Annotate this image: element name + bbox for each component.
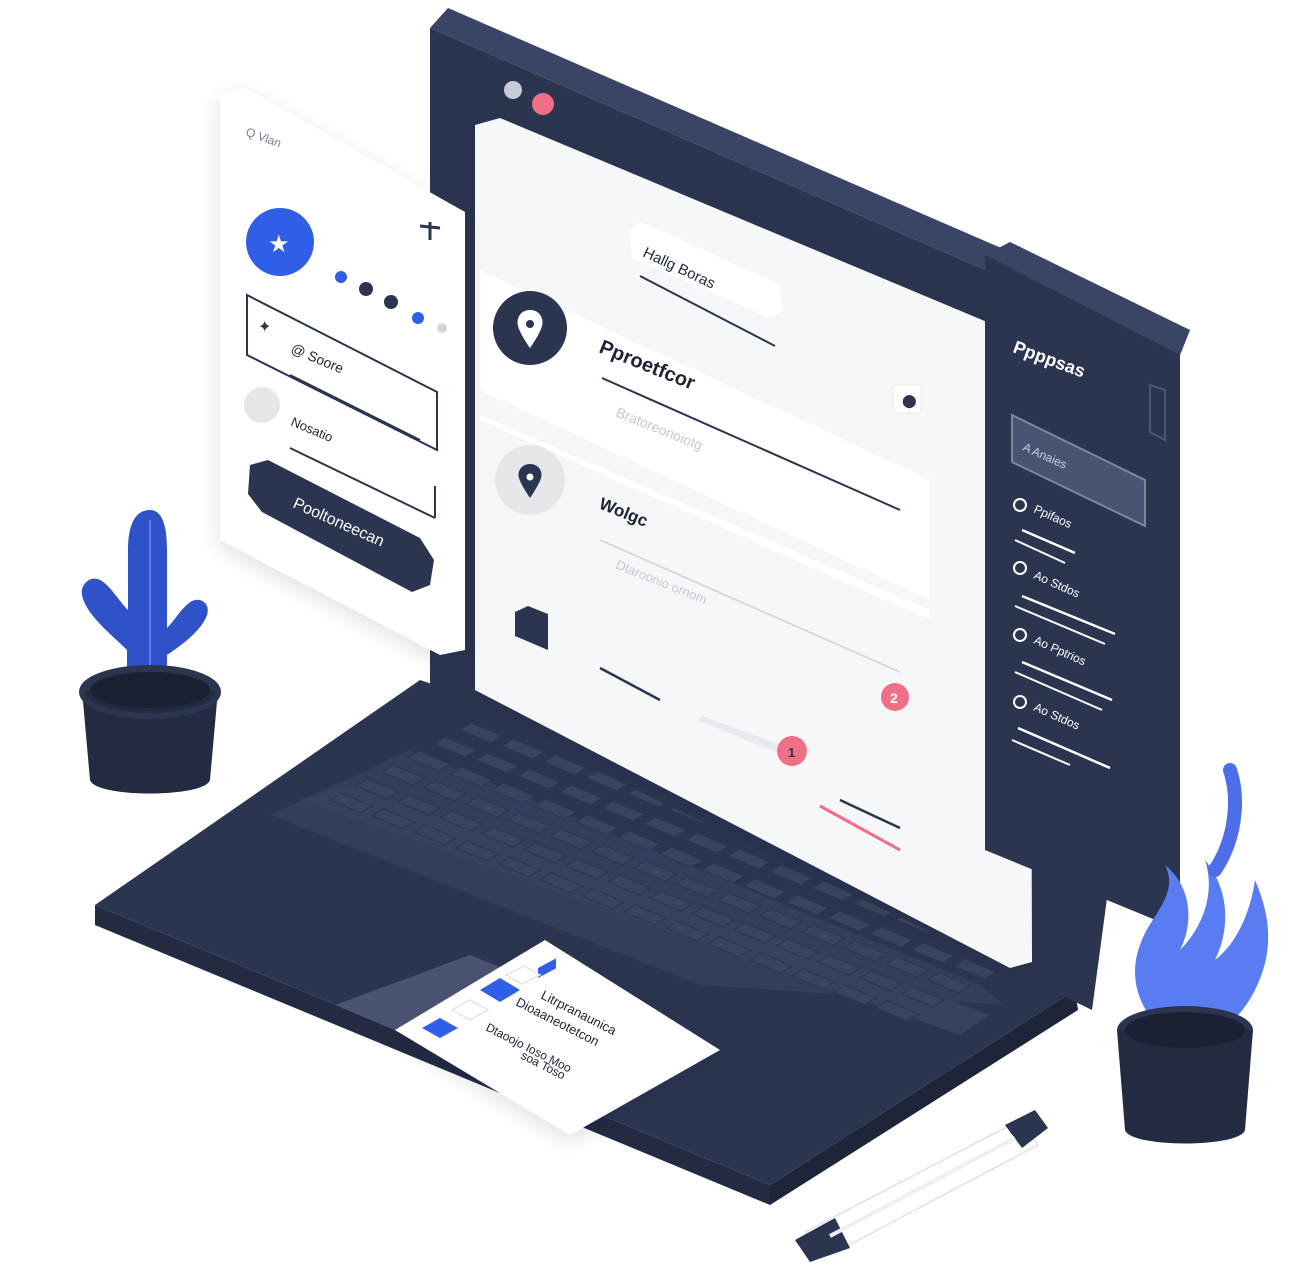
window-dot-grey: [504, 81, 522, 99]
avatar-placeholder: [244, 387, 280, 423]
badge1-text: 2: [890, 690, 898, 706]
window-dot-pink: [532, 93, 554, 115]
pin-icon: ⬤: [902, 393, 917, 409]
avatar[interactable]: ★: [246, 208, 314, 276]
cactus-plant: [79, 510, 221, 794]
star-icon: ★: [268, 231, 290, 258]
pin-icon: ✦: [258, 319, 271, 336]
badge2-text: 1: [788, 745, 795, 760]
pin-button[interactable]: ⬤: [892, 384, 922, 414]
